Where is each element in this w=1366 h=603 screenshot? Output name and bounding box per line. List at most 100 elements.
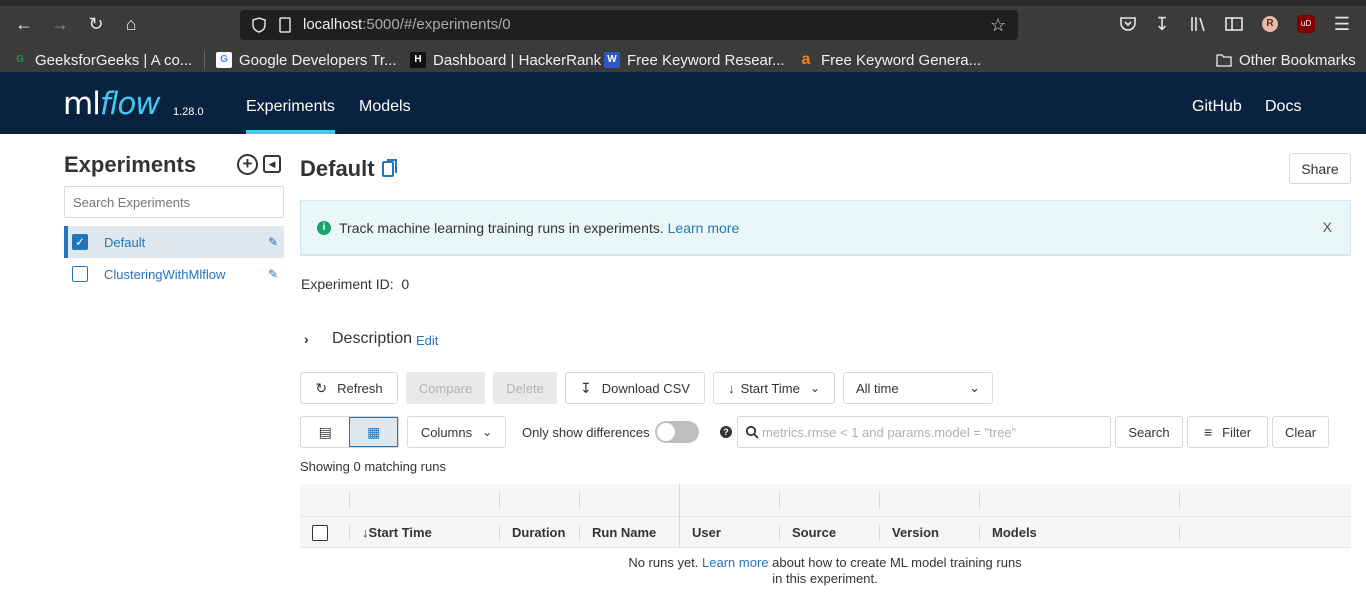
experiment-checkbox[interactable] xyxy=(72,266,88,282)
mlflow-header: mlflow 1.28.0 Experiments Models GitHub … xyxy=(0,72,1366,134)
bookmark-item[interactable]: G Google Developers Tr... xyxy=(216,50,397,70)
home-icon[interactable]: ⌂ xyxy=(119,12,143,36)
chevron-down-icon: ⌄ xyxy=(482,425,493,439)
select-all-checkbox[interactable] xyxy=(312,525,328,541)
description-edit-link[interactable]: Edit xyxy=(416,333,438,348)
back-icon[interactable]: ← xyxy=(12,12,36,36)
banner-message: Track machine learning training runs in … xyxy=(339,220,739,236)
filter-button[interactable]: ≡ Filter xyxy=(1187,416,1268,448)
edit-pencil-icon[interactable]: ✎ xyxy=(268,268,280,280)
chevron-right-icon[interactable]: › xyxy=(304,331,309,347)
nav-models[interactable]: Models xyxy=(359,98,411,116)
sort-label: Start Time xyxy=(740,380,800,396)
bookmark-star-icon[interactable]: ☆ xyxy=(990,15,1010,35)
clear-button[interactable]: Clear xyxy=(1272,416,1329,448)
bookmark-item[interactable]: G GeeksforGeeks | A co... xyxy=(12,50,192,70)
time-range-select[interactable]: All time ⌄ xyxy=(843,372,993,404)
account-avatar[interactable]: R xyxy=(1262,16,1278,32)
runs-search-box[interactable] xyxy=(737,416,1111,448)
refresh-label: Refresh xyxy=(337,380,383,396)
downloads-icon[interactable]: ↧ xyxy=(1150,12,1174,36)
column-header-source[interactable]: Source xyxy=(792,525,836,540)
column-separator xyxy=(499,525,500,541)
runs-search-input[interactable] xyxy=(762,421,1102,443)
banner-text: Track machine learning training runs in … xyxy=(339,220,664,236)
bookmark-item[interactable]: a Free Keyword Genera... xyxy=(798,50,982,70)
banner-learn-more-link[interactable]: Learn more xyxy=(668,220,740,236)
search-button[interactable]: Search xyxy=(1115,416,1183,448)
bookmark-label: Dashboard | HackerRank xyxy=(433,51,602,69)
view-toggle: ▤ ▦ xyxy=(300,416,399,448)
column-header-models[interactable]: Models xyxy=(992,525,1037,540)
logo-ml: ml xyxy=(63,86,101,122)
chevron-down-icon: ⌄ xyxy=(809,381,820,395)
download-icon: ↧ xyxy=(580,379,592,396)
copy-icon[interactable] xyxy=(380,157,400,179)
download-csv-button[interactable]: ↧ Download CSV xyxy=(565,372,705,404)
edit-pencil-icon[interactable]: ✎ xyxy=(268,236,280,248)
hackerrank-icon: H xyxy=(410,52,426,68)
nav-github[interactable]: GitHub xyxy=(1192,98,1242,116)
experiment-item-clustering[interactable]: ClusteringWithMlflow ✎ xyxy=(64,258,284,290)
collapse-sidebar-icon[interactable]: ◀ xyxy=(263,155,281,173)
bookmark-label: Free Keyword Resear... xyxy=(627,51,785,69)
add-experiment-icon[interactable]: + xyxy=(237,154,258,175)
empty-state-message: No runs yet. Learn more about how to cre… xyxy=(624,555,1026,587)
folder-icon xyxy=(1216,54,1232,67)
time-range-label: All time xyxy=(856,380,899,396)
mlflow-logo[interactable]: mlflow xyxy=(63,86,161,122)
empty-learn-more-link[interactable]: Learn more xyxy=(702,555,768,570)
column-separator xyxy=(1179,492,1180,508)
shield-icon[interactable] xyxy=(250,16,268,34)
other-bookmarks[interactable]: Other Bookmarks xyxy=(1216,50,1356,70)
nav-docs[interactable]: Docs xyxy=(1265,98,1301,116)
experiment-name[interactable]: ClusteringWithMlflow xyxy=(104,267,225,282)
column-header-duration[interactable]: Duration xyxy=(512,525,565,540)
experiment-id: Experiment ID: 0 xyxy=(301,276,409,292)
compare-button[interactable]: Compare xyxy=(406,372,485,404)
column-header-user[interactable]: User xyxy=(692,525,721,540)
columns-button[interactable]: Columns ⌄ xyxy=(407,416,506,448)
column-separator xyxy=(779,492,780,508)
list-view-icon[interactable]: ▤ xyxy=(301,417,349,447)
nav-experiments[interactable]: Experiments xyxy=(246,98,335,116)
url-text[interactable]: localhost:5000/#/experiments/0 xyxy=(303,16,511,33)
column-header-start-time[interactable]: ↓Start Time xyxy=(362,525,432,540)
column-separator xyxy=(979,492,980,508)
sidebar-icon[interactable] xyxy=(1222,12,1246,36)
address-bar[interactable]: localhost:5000/#/experiments/0 ☆ xyxy=(240,10,1018,40)
table-view-icon[interactable]: ▦ xyxy=(349,417,398,447)
help-icon[interactable]: ? xyxy=(720,426,732,438)
delete-button[interactable]: Delete xyxy=(493,372,557,404)
page-info-icon[interactable] xyxy=(276,16,294,34)
pocket-icon[interactable] xyxy=(1116,12,1140,36)
share-button[interactable]: Share xyxy=(1289,153,1351,184)
column-separator xyxy=(979,525,980,541)
search-experiments-input[interactable] xyxy=(64,186,284,218)
refresh-button[interactable]: ↻ Refresh xyxy=(300,372,398,404)
forward-icon[interactable]: → xyxy=(48,12,72,36)
close-icon[interactable]: X xyxy=(1323,219,1332,235)
bookmark-item[interactable]: H Dashboard | HackerRank xyxy=(410,50,601,70)
reload-icon[interactable]: ↻ xyxy=(84,12,108,36)
experiment-name[interactable]: Default xyxy=(104,235,145,250)
browser-toolbar: ← → ↻ ⌂ localhost:5000/#/experiments/0 ☆… xyxy=(0,0,1366,48)
ublock-icon[interactable]: uD xyxy=(1297,15,1315,33)
column-header-version[interactable]: Version xyxy=(892,525,939,540)
geeksforgeeks-icon: G xyxy=(16,54,24,65)
bookmark-item[interactable]: W Free Keyword Resear... xyxy=(604,50,785,70)
experiment-checkbox[interactable]: ✓ xyxy=(72,234,88,250)
column-label: Start Time xyxy=(368,525,432,540)
menu-icon[interactable]: ☰ xyxy=(1330,12,1354,36)
delete-label: Delete xyxy=(506,380,544,396)
other-bookmarks-label: Other Bookmarks xyxy=(1239,51,1356,69)
column-header-run-name[interactable]: Run Name xyxy=(592,525,656,540)
showing-runs-count: Showing 0 matching runs xyxy=(300,459,446,474)
experiment-item-default[interactable]: ✓ Default ✎ xyxy=(64,226,284,258)
description-toggle[interactable]: Description xyxy=(332,330,412,348)
sort-select[interactable]: ↓ Start Time ⌄ xyxy=(713,372,835,404)
google-developers-icon: G xyxy=(216,52,232,68)
column-separator xyxy=(879,525,880,541)
library-icon[interactable] xyxy=(1186,12,1210,36)
only-differences-toggle[interactable] xyxy=(655,421,699,443)
